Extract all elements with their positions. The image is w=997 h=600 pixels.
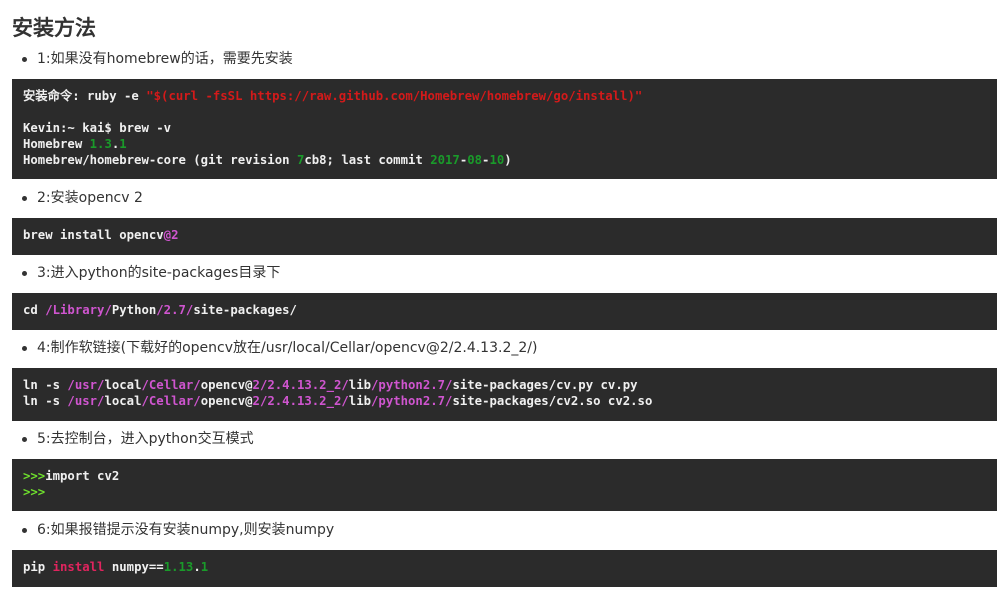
code-token: Kevin:~ kai$ brew -v (23, 121, 172, 135)
code-token: lib (348, 394, 372, 408)
code-token: 10 (489, 153, 505, 167)
code-line: pip install numpy==1.13.1 (23, 559, 986, 575)
code-token: Python (111, 303, 157, 317)
bullet-dot (22, 437, 27, 442)
code-token: Homebrew (23, 137, 90, 151)
code-token: site-packages/cv.py cv.py (452, 378, 638, 392)
code-block-1[interactable]: 安装命令: ruby -e "$(curl -fsSL https://raw.… (12, 79, 997, 179)
code-block-5[interactable]: >>>import cv2 >>> (12, 459, 997, 511)
code-token: /Library/ (45, 303, 112, 317)
code-token: >>> (23, 485, 46, 499)
code-line: Kevin:~ kai$ brew -v (23, 120, 986, 136)
code-token: cd (23, 303, 46, 317)
code-token: cb8; last commit (304, 153, 431, 167)
code-token: 08 (467, 153, 483, 167)
code-token: local (104, 378, 142, 392)
code-token: /usr/ (67, 394, 105, 408)
code-line: cd /Library/Python/2.7/site-packages/ (23, 302, 986, 318)
code-block-3[interactable]: cd /Library/Python/2.7/site-packages/ (12, 293, 997, 330)
code-token: opencv@ (200, 378, 253, 392)
bullet-dot (22, 346, 27, 351)
code-block-4[interactable]: ln -s /usr/local/Cellar/opencv@2/2.4.13.… (12, 368, 997, 421)
code-token: /python2.7/ (371, 394, 453, 408)
code-line: ln -s /usr/local/Cellar/opencv@2/2.4.13.… (23, 393, 986, 409)
code-token: pip (23, 560, 53, 574)
code-token: numpy== (104, 560, 164, 574)
code-token: lib (348, 378, 372, 392)
page-title: 安装方法 (12, 16, 96, 40)
code-token: 安装命令: ruby -e (23, 89, 147, 103)
code-line: >>>import cv2 (23, 468, 986, 484)
code-token: "$(curl -fsSL https://raw.github.com/Hom… (146, 89, 643, 103)
code-token: 2017 (430, 153, 460, 167)
code-token: /Cellar/ (141, 378, 201, 392)
code-token: 1.3 (89, 137, 112, 151)
step-4-label: 4:制作软链接(下载好的opencv放在/usr/local/Cellar/op… (37, 340, 538, 356)
code-token: site-packages/ (193, 303, 297, 317)
code-token: /Cellar/ (141, 394, 201, 408)
code-token: site-packages/cv2.so cv2.so (452, 394, 653, 408)
code-token: opencv@ (200, 394, 253, 408)
step-1-label: 1:如果没有homebrew的话，需要先安装 (37, 51, 293, 67)
code-token: /usr/ (67, 378, 105, 392)
code-token: 1.13 (163, 560, 194, 574)
code-token: 2/2.4.13.2_2/ (252, 394, 349, 408)
code-token: ln -s (23, 394, 68, 408)
code-token: local (104, 394, 142, 408)
code-token: . (193, 560, 201, 574)
bullet-dot (22, 271, 27, 276)
code-token: 2/2.4.13.2_2/ (252, 378, 349, 392)
code-line: 安装命令: ruby -e "$(curl -fsSL https://raw.… (23, 88, 986, 104)
bullet-dot (22, 196, 27, 201)
code-token: /2.7/ (156, 303, 194, 317)
code-token: import cv2 (45, 469, 120, 483)
code-token: brew install opencv (23, 228, 164, 242)
code-token: >>> (23, 469, 46, 483)
code-line: brew install opencv@2 (23, 227, 986, 243)
step-6-label: 6:如果报错提示没有安装numpy,则安装numpy (37, 522, 335, 538)
page: 安装方法 1:如果没有homebrew的话，需要先安装 安装命令: ruby -… (0, 0, 997, 600)
code-token: ) (504, 153, 512, 167)
code-token: /python2.7/ (371, 378, 453, 392)
code-line: Homebrew 1.3.1 (23, 136, 986, 152)
code-token: install (52, 560, 105, 574)
bullet-dot (22, 57, 27, 62)
code-token: 1 (200, 560, 209, 574)
step-2-label: 2:安装opencv 2 (37, 190, 143, 206)
code-line: ln -s /usr/local/Cellar/opencv@2/2.4.13.… (23, 377, 986, 393)
code-token: ln -s (23, 378, 68, 392)
bullet-dot (22, 528, 27, 533)
step-3-label: 3:进入python的site-packages目录下 (37, 265, 281, 281)
code-token: 1 (119, 137, 127, 151)
code-block-6[interactable]: pip install numpy==1.13.1 (12, 550, 997, 587)
code-line: Homebrew/homebrew-core (git revision 7cb… (23, 152, 986, 168)
step-5-label: 5:去控制台，进入python交互模式 (37, 431, 254, 447)
code-token: @2 (163, 228, 179, 242)
code-token: Homebrew/homebrew-core (git revision (23, 153, 297, 167)
code-block-2[interactable]: brew install opencv@2 (12, 218, 997, 255)
code-line: >>> (23, 484, 986, 500)
